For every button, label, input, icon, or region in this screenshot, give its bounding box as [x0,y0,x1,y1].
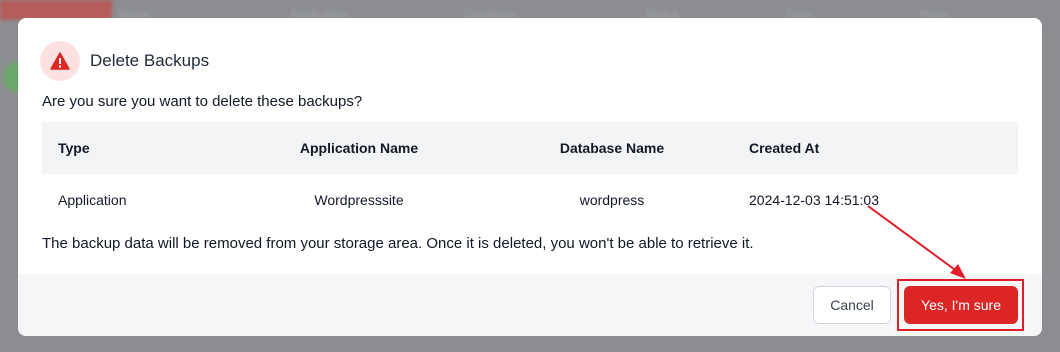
table-row: Application Wordpresssite wordpress 2024… [42,174,1018,226]
deletion-warning-note: The backup data will be removed from you… [42,235,754,252]
delete-backups-dialog: Delete Backups Are you sure you want to … [18,18,1042,336]
dialog-footer: Cancel Yes, I'm sure [18,274,1042,336]
cancel-button[interactable]: Cancel [813,286,891,324]
header-type: Type [58,140,90,156]
cell-database-name: wordpress [579,192,645,208]
dialog-header: Delete Backups [40,41,209,81]
header-application-name: Application Name [299,140,419,156]
cell-created-at: 2024-12-03 14:51:03 [749,192,879,208]
cell-type: Application [58,192,127,208]
warning-badge [40,41,80,81]
dialog-title: Delete Backups [90,51,210,70]
warning-triangle-icon [50,52,70,70]
header-database-name: Database Name [559,140,665,156]
header-created-at: Created At [749,140,820,156]
confirmation-question: Are you sure you want to delete these ba… [42,93,363,110]
cell-application-name: Wordpresssite [314,192,404,208]
confirm-delete-button[interactable]: Yes, I'm sure [904,286,1018,324]
table-header: Type Application Name Database Name Crea… [42,122,1018,174]
backups-table: Type Application Name Database Name Crea… [42,122,1018,226]
